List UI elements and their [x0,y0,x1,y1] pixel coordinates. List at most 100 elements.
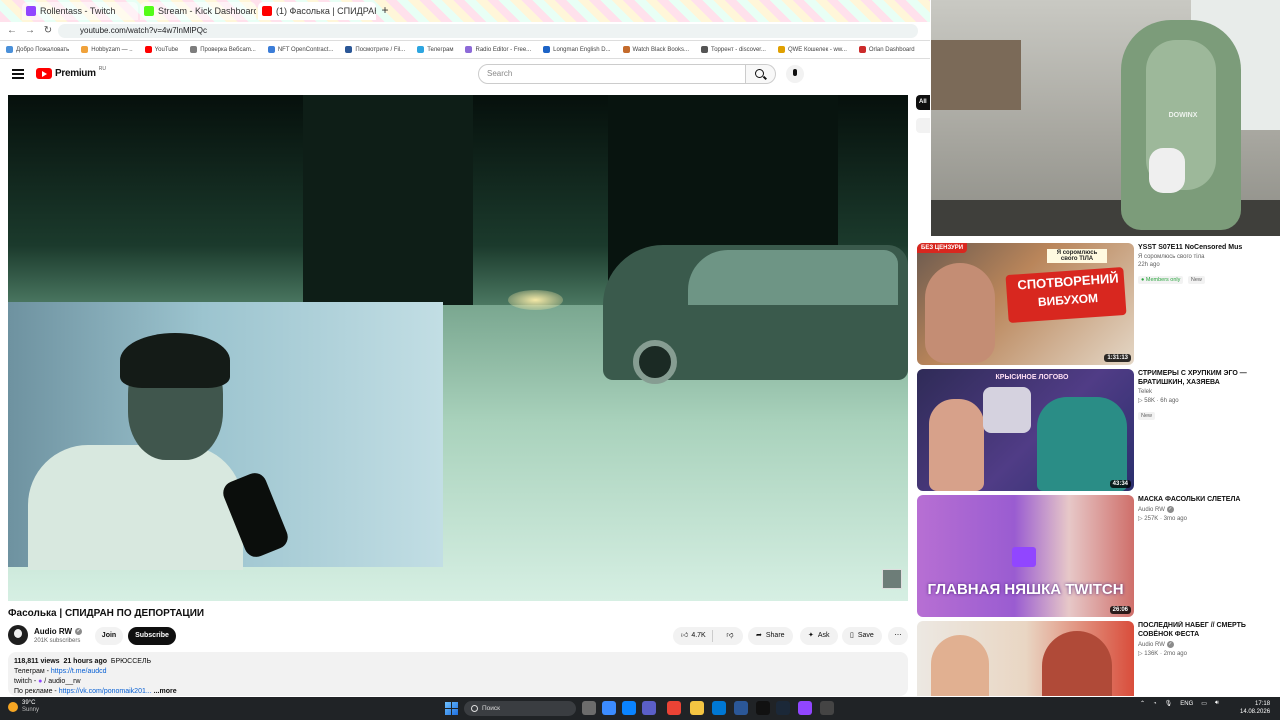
show-more-link[interactable]: ...more [154,688,177,695]
terminal-icon[interactable] [756,701,770,715]
recommended-video[interactable]: ПОСЛЕДНИЙ НАБЕГ // СМЕРТЬ СОВЁНОК ФЕСТА … [917,621,1280,696]
bookmark-item[interactable]: NFT OpenContract... [267,46,333,53]
microphone-icon[interactable]: 🎙︎ [1165,700,1173,707]
search-input[interactable]: Search [478,64,746,84]
bookmark-item[interactable]: Добро Пожаловать [6,46,69,53]
recommended-video-title[interactable]: МАСКА ФАСОЛЬКИ СЛЕТЕЛА [1138,495,1278,504]
video-thumbnail[interactable] [917,621,1134,696]
back-icon[interactable]: ← [6,25,18,37]
weather-temp: 39°C [22,700,36,706]
bookmark-item[interactable]: Проверка Вебcam... [190,46,256,53]
description-tag: БРЮССЕЛЬ [110,658,152,665]
recommended-video-channel[interactable]: Я соромлюсь свого тіла [1138,254,1278,260]
twitch-app-icon[interactable] [798,701,812,715]
steam-icon[interactable] [776,701,790,715]
weather-widget[interactable]: 39°C Sunny [8,700,39,714]
chrome-icon[interactable] [667,701,681,715]
youtube-logo[interactable]: Premium RU [36,65,106,79]
new-tab-button[interactable]: + [378,3,392,17]
recommended-video-title[interactable]: YSST S07E11 NoCensored Mus [1138,243,1278,252]
bookmark-label: Посмотрите / Fil... [355,46,406,53]
obs-icon[interactable] [820,701,834,715]
thumbnail-face [925,263,995,363]
ask-button[interactable]: ✦ Ask [800,627,838,645]
browser-tab-kick[interactable]: Stream - Kick Dashboard [140,2,256,20]
video-player[interactable] [8,95,908,601]
bookmark-favicon-icon [465,46,473,53]
file-explorer-icon[interactable] [690,701,704,715]
bookmark-item[interactable]: Торрент - discover... [701,46,766,53]
recommended-video-info: СТРИМЕРЫ С ХРУПКИМ ЭГО — БРАТИШКИН, ХАЗЯ… [1138,369,1278,422]
channel-avatar[interactable] [8,625,28,645]
recommended-video[interactable]: СПОТВОРЕНИЙ ВИБУХОМ БЕЗ ЦЕНЗУРИ Я соромл… [917,243,1280,365]
browser-tab-youtube[interactable]: (1) Фасолька | СПИДРАН ПО ... ✕ [258,2,376,20]
subscribe-button[interactable]: Subscribe [128,627,176,645]
bookmark-item[interactable]: Watch Black Books... [622,46,689,53]
clock[interactable]: 17:18 14.08.2026 [1240,700,1270,716]
region-code: RU [98,65,106,72]
teams-icon[interactable] [642,701,656,715]
video-thumbnail[interactable]: СПОТВОРЕНИЙ ВИБУХОМ БЕЗ ЦЕНЗУРИ Я соромл… [917,243,1134,365]
recommended-video-channel[interactable]: Telek [1138,389,1278,395]
bookmark-item[interactable]: Longman English D... [543,46,611,53]
bookmark-label: Добро Пожаловать [16,46,70,53]
bookmark-item[interactable]: QWE Кошелек - ww... [777,46,847,53]
bookmark-item[interactable]: Телеграм [417,46,453,53]
video-thumbnail[interactable]: ГЛАВНАЯ НЯШКА TWITCH 26:06 [917,495,1134,617]
more-actions-button[interactable]: ⋯ [888,627,908,645]
app-icon[interactable] [734,701,748,715]
bookmark-item[interactable]: YouTube [144,46,178,53]
reload-icon[interactable]: ↻ [42,25,54,37]
like-count: 4.7K [691,632,706,639]
task-view-icon[interactable] [582,701,596,715]
browser-tab-twitch[interactable]: Rollentass - Twitch [22,2,138,20]
share-button[interactable]: ➦ Share [748,627,793,645]
description-label: Телеграм - [14,668,51,675]
recommended-video-meta: ▷ 136K · 2mo ago [1138,651,1187,657]
dislike-button[interactable]: 👎︎ [717,627,743,645]
recommended-video-title[interactable]: ПОСЛЕДНИЙ НАБЕГ // СМЕРТЬ СОВЁНОК ФЕСТА [1138,621,1278,639]
bookmark-item[interactable]: Radio Editor - Free... [465,46,531,53]
network-icon[interactable]: ◔ [1153,701,1157,707]
join-button[interactable]: Join [95,627,123,645]
chip-all[interactable]: All [916,95,930,110]
chevron-up-icon[interactable]: ⌃ [1140,700,1145,707]
tab-label: (1) Фасолька | СПИДРАН ПО ... [276,6,376,16]
bookmark-item[interactable]: Hobbyzam — .. [81,46,133,53]
bookmark-item[interactable]: Посмотрите / Fil... [345,46,405,53]
hamburger-menu-icon[interactable] [12,69,24,79]
recommended-video-channel[interactable]: Audio RW ✓ [1138,641,1278,648]
recommended-video[interactable]: КРЫСИНОЕ ЛОГОВО 43:34 СТРИМЕРЫ С ХРУПКИМ… [917,369,1280,491]
vk-link[interactable]: https://vk.com/ponomaik201... [59,688,152,695]
forward-icon[interactable]: → [24,25,36,37]
recommended-video-channel[interactable]: Audio RW ✓ [1138,506,1278,513]
video-thumbnail[interactable]: КРЫСИНОЕ ЛОГОВО 43:34 [917,369,1134,491]
sidebar-filter-chip[interactable] [916,118,930,133]
bookmark-item[interactable]: Orlan Dashboard [858,46,915,53]
display-icon[interactable]: ▭ [1201,700,1207,707]
start-button[interactable] [445,702,458,715]
url-field[interactable]: youtube.com/watch?v=4w7lnMlPQc [58,24,918,38]
telegram-link[interactable]: https://t.me/audcd [51,668,107,675]
language-indicator[interactable]: ENG [1180,701,1193,707]
recommended-video[interactable]: ГЛАВНАЯ НЯШКА TWITCH 26:06 МАСКА ФАСОЛЬК… [917,495,1280,617]
recommended-video-info: МАСКА ФАСОЛЬКИ СЛЕТЕЛА Audio RW ✓ ▷ 257K… [1138,495,1278,522]
search-button[interactable] [746,64,776,84]
store-icon[interactable] [712,701,726,715]
recommended-video-title[interactable]: СТРИМЕРЫ С ХРУПКИМ ЭГО — БРАТИШКИН, ХАЗЯ… [1138,369,1278,387]
voice-search-button[interactable] [786,65,804,83]
twitch-link[interactable]: / audio__rw [42,678,80,685]
copilot-icon[interactable] [602,701,616,715]
twitch-icon [26,6,36,16]
bookmark-favicon-icon [701,46,709,53]
channel-name[interactable]: Audio RW ✓ [34,627,83,636]
volume-icon[interactable]: 🔊︎ [1215,700,1219,707]
like-button[interactable]: 👍︎ 4.7K [673,630,713,642]
tab-label: Stream - Kick Dashboard [158,6,256,16]
channel-watermark[interactable] [882,569,902,589]
browser-tab-strip: Rollentass - Twitch Stream - Kick Dashbo… [0,0,930,22]
save-button[interactable]: ▯ Save [842,627,882,645]
taskbar-search[interactable]: Поиск [464,701,576,716]
edge-icon[interactable] [622,701,636,715]
video-description[interactable]: 118,811 views 21 hours ago БРЮССЕЛЬ Теле… [8,652,908,696]
